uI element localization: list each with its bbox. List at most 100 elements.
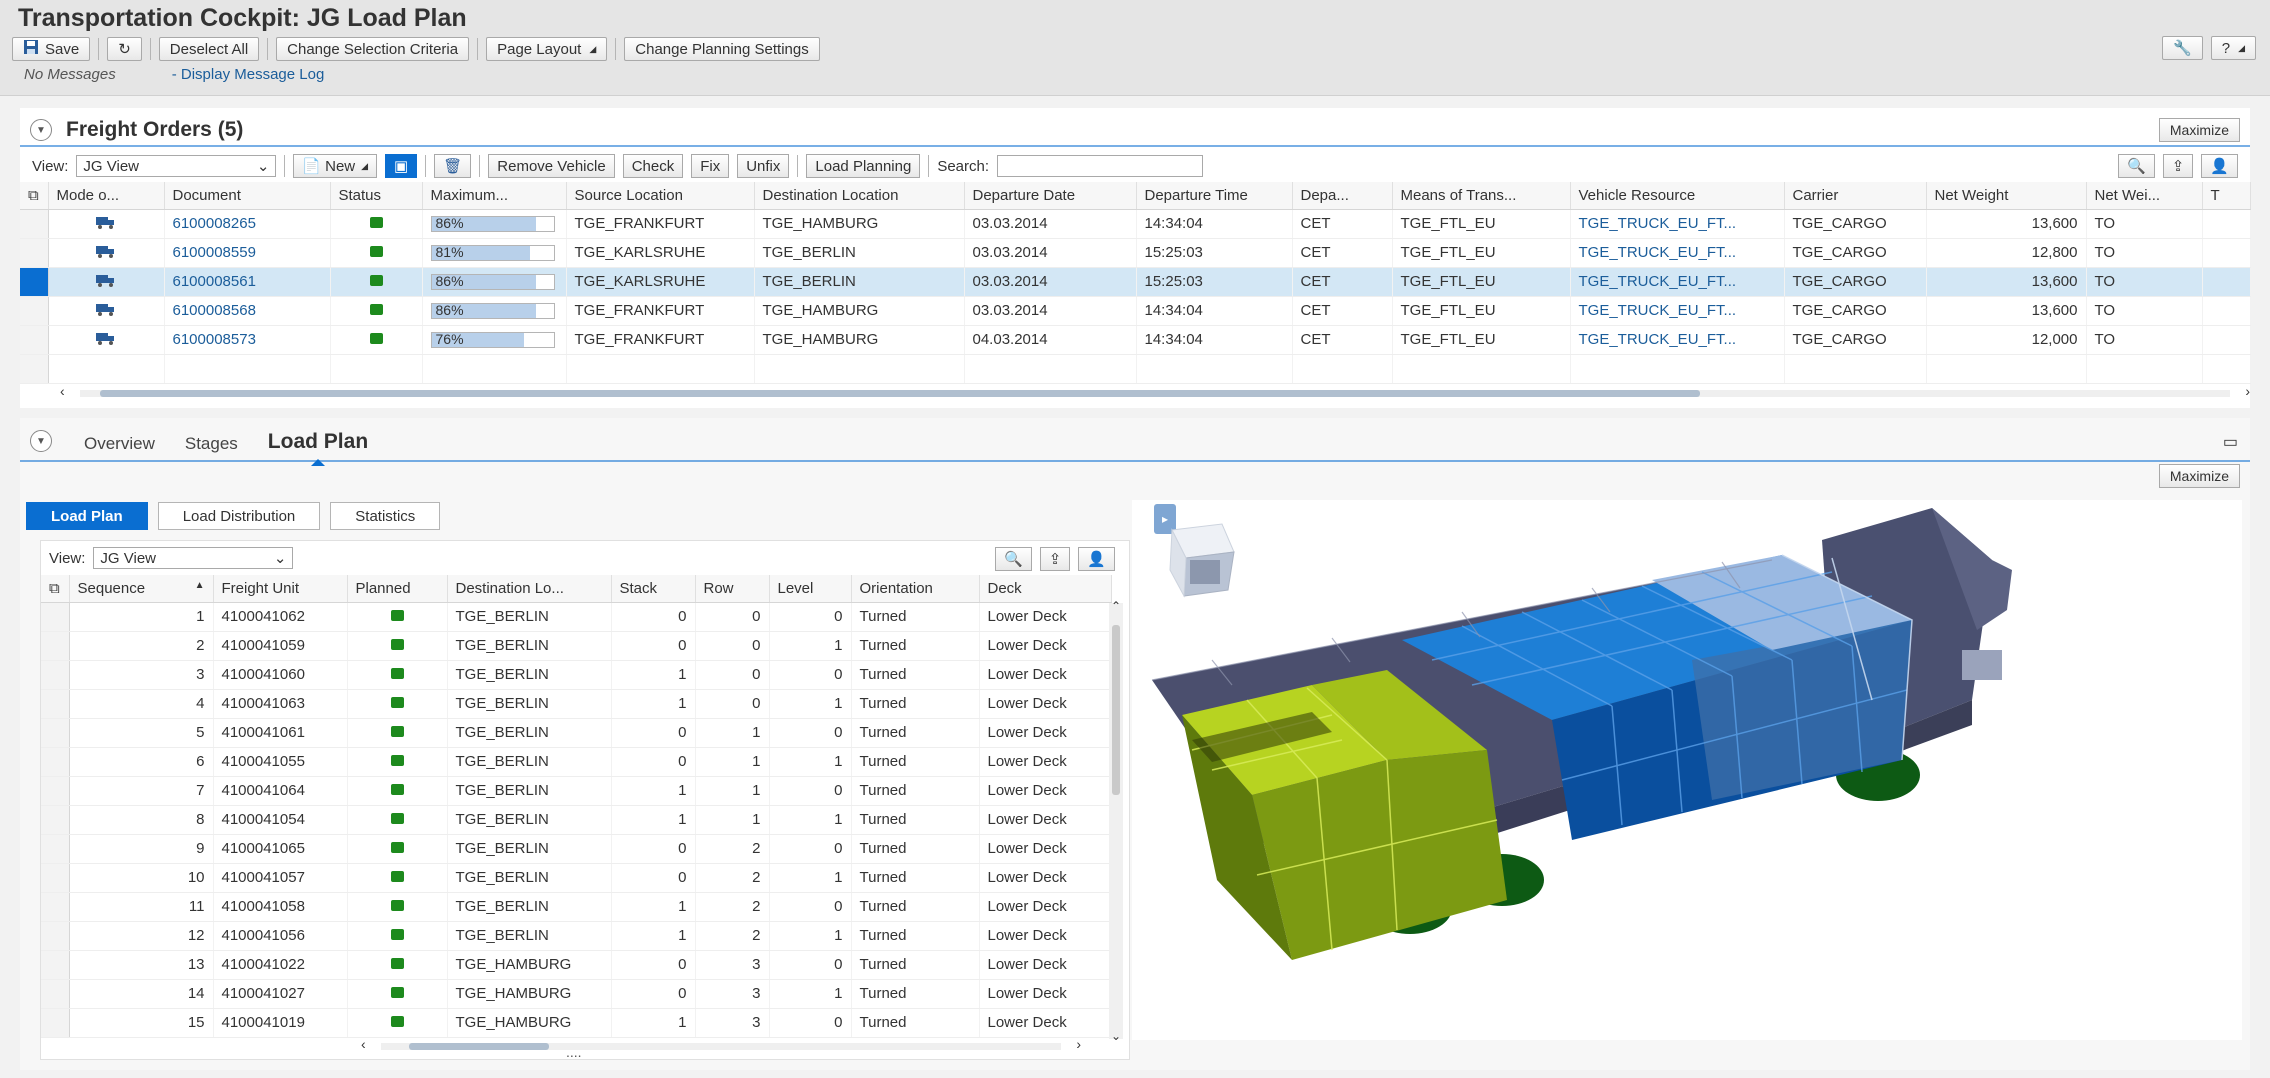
column-header[interactable]: Destination Location bbox=[754, 182, 965, 210]
row-selector[interactable] bbox=[20, 296, 49, 326]
refresh-button[interactable]: ↻ bbox=[107, 37, 142, 61]
row-selector[interactable] bbox=[41, 1008, 70, 1038]
collapse-toggle-icon[interactable]: ▼ bbox=[30, 119, 52, 141]
column-header[interactable]: Row bbox=[695, 575, 770, 603]
row-selector[interactable] bbox=[41, 805, 70, 835]
row-selector[interactable] bbox=[41, 979, 70, 1009]
fix-button[interactable]: Fix bbox=[691, 154, 730, 178]
table-row[interactable]: 6100008568 86% TGE_FRANKFURT TGE_HAMBURG… bbox=[20, 296, 2251, 326]
collapse-toggle-icon[interactable]: ▼ bbox=[30, 430, 52, 452]
subtab-statistics[interactable]: Statistics bbox=[330, 502, 441, 530]
scroll-left-icon[interactable]: ‹ bbox=[60, 383, 65, 399]
column-header[interactable]: Stack bbox=[611, 575, 696, 603]
column-header[interactable]: Net Weight bbox=[1926, 182, 2087, 210]
table-row[interactable]: 14 4100041027 TGE_HAMBURG 0 3 1 Turned L… bbox=[41, 979, 1112, 1009]
scroll-thumb[interactable] bbox=[1112, 625, 1120, 795]
table-row[interactable]: 10 4100041057 TGE_BERLIN 0 2 1 Turned Lo… bbox=[41, 863, 1112, 893]
column-header[interactable]: T bbox=[2202, 182, 2251, 210]
maximize-button[interactable]: Maximize bbox=[2158, 464, 2240, 488]
table-row[interactable]: 6 4100041055 TGE_BERLIN 0 1 1 Turned Low… bbox=[41, 747, 1112, 777]
load-plan-3d-view[interactable]: ▸ bbox=[1132, 500, 2242, 1040]
table-row[interactable]: 2 4100041059 TGE_BERLIN 0 0 1 Turned Low… bbox=[41, 631, 1112, 661]
column-header[interactable]: Level bbox=[769, 575, 852, 603]
column-header[interactable]: Depa... bbox=[1292, 182, 1393, 210]
table-row[interactable]: 9 4100041065 TGE_BERLIN 0 2 0 Turned Low… bbox=[41, 834, 1112, 864]
delete-button[interactable]: 🗑 bbox=[434, 154, 472, 178]
vehicle-resource-link[interactable]: TGE_TRUCK_EU_FT... bbox=[1570, 267, 1785, 297]
table-row[interactable]: 6100008561 86% TGE_KARLSRUHE TGE_BERLIN … bbox=[20, 267, 2251, 297]
row-selector[interactable] bbox=[41, 660, 70, 690]
row-selector[interactable] bbox=[20, 238, 49, 268]
view-select[interactable]: JG View ⌄ bbox=[93, 547, 294, 569]
settings-button[interactable]: 🔧 bbox=[2162, 36, 2203, 60]
remove-vehicle-button[interactable]: Remove Vehicle bbox=[488, 154, 615, 178]
find-button[interactable]: 🔍 bbox=[2118, 154, 2155, 178]
scroll-thumb[interactable] bbox=[100, 390, 1700, 397]
table-row[interactable]: 5 4100041061 TGE_BERLIN 0 1 0 Turned Low… bbox=[41, 718, 1112, 748]
row-selector[interactable] bbox=[41, 631, 70, 661]
table-row[interactable]: 4 4100041063 TGE_BERLIN 1 0 1 Turned Low… bbox=[41, 689, 1112, 719]
scroll-up-icon[interactable]: ⌃ bbox=[1111, 599, 1121, 613]
table-row[interactable]: 7 4100041064 TGE_BERLIN 1 1 0 Turned Low… bbox=[41, 776, 1112, 806]
table-row[interactable]: 1 4100041062 TGE_BERLIN 0 0 0 Turned Low… bbox=[41, 602, 1112, 632]
column-header[interactable]: Net Wei... bbox=[2086, 182, 2203, 210]
display-message-log-link[interactable]: - Display Message Log bbox=[172, 66, 325, 83]
personalize-button[interactable]: 👤 bbox=[1078, 547, 1115, 571]
column-header[interactable]: Orientation bbox=[851, 575, 980, 603]
row-selector[interactable] bbox=[41, 776, 70, 806]
scroll-right-icon[interactable]: › bbox=[2245, 383, 2250, 399]
check-button[interactable]: Check bbox=[622, 154, 684, 178]
column-header[interactable]: Departure Date bbox=[964, 182, 1137, 210]
table-row[interactable]: 8 4100041054 TGE_BERLIN 1 1 1 Turned Low… bbox=[41, 805, 1112, 835]
vertical-scrollbar[interactable]: ⌃ ⌄ bbox=[1109, 599, 1123, 1043]
deselect-all-button[interactable]: Deselect All bbox=[158, 37, 260, 61]
row-selector[interactable] bbox=[41, 689, 70, 719]
select-all-icon[interactable]: ⧉ bbox=[41, 575, 70, 603]
column-header[interactable]: Mode o... bbox=[48, 182, 165, 210]
vehicle-resource-link[interactable]: TGE_TRUCK_EU_FT... bbox=[1570, 238, 1785, 268]
subtab-load-distribution[interactable]: Load Distribution bbox=[157, 502, 321, 530]
row-selector[interactable] bbox=[20, 267, 49, 297]
export-button[interactable]: ⇪ bbox=[1039, 547, 1071, 571]
row-selector[interactable] bbox=[20, 325, 49, 355]
save-button[interactable]: Save bbox=[12, 37, 91, 61]
change-selection-criteria-button[interactable]: Change Selection Criteria bbox=[276, 37, 470, 61]
table-row[interactable]: 13 4100041022 TGE_HAMBURG 0 3 0 Turned L… bbox=[41, 950, 1112, 980]
document-link[interactable]: 6100008265 bbox=[164, 209, 331, 239]
table-row[interactable]: 6100008573 76% TGE_FRANKFURT TGE_HAMBURG… bbox=[20, 325, 2251, 355]
change-planning-settings-button[interactable]: Change Planning Settings bbox=[624, 37, 820, 61]
tab-overview[interactable]: Overview bbox=[84, 434, 155, 454]
select-all-icon[interactable]: ⧉ bbox=[20, 182, 49, 210]
table-row[interactable]: 12 4100041056 TGE_BERLIN 1 2 1 Turned Lo… bbox=[41, 921, 1112, 951]
vehicle-resource-link[interactable]: TGE_TRUCK_EU_FT... bbox=[1570, 296, 1785, 326]
horizontal-scrollbar[interactable]: ‹ › bbox=[361, 1036, 1121, 1053]
row-selector[interactable] bbox=[20, 209, 49, 239]
view-cube-icon[interactable] bbox=[1169, 523, 1235, 598]
column-header[interactable]: Sequence ▲ bbox=[69, 575, 214, 603]
page-layout-button[interactable]: Page Layout ◢ bbox=[486, 37, 608, 61]
document-link[interactable]: 6100008559 bbox=[164, 238, 331, 268]
column-header[interactable]: Document bbox=[164, 182, 331, 210]
table-row[interactable]: 15 4100041019 TGE_HAMBURG 1 3 0 Turned L… bbox=[41, 1008, 1112, 1038]
column-header[interactable]: Maximum... bbox=[422, 182, 567, 210]
column-header[interactable]: Planned bbox=[347, 575, 448, 603]
scroll-right-icon[interactable]: › bbox=[1076, 1036, 1081, 1052]
column-header[interactable]: Deck bbox=[979, 575, 1112, 603]
column-header[interactable]: Means of Trans... bbox=[1392, 182, 1571, 210]
new-button[interactable]: 📄 New ◢ bbox=[293, 154, 378, 178]
panel-resize-handle[interactable]: .... bbox=[566, 1044, 582, 1060]
scroll-left-icon[interactable]: ‹ bbox=[361, 1036, 366, 1052]
help-button[interactable]: ? ◢ bbox=[2210, 36, 2256, 60]
vehicle-resource-link[interactable]: TGE_TRUCK_EU_FT... bbox=[1570, 209, 1785, 239]
column-header[interactable]: Source Location bbox=[566, 182, 755, 210]
document-link[interactable]: 6100008573 bbox=[164, 325, 331, 355]
personalize-button[interactable]: 👤 bbox=[2201, 154, 2238, 178]
row-selector[interactable] bbox=[41, 834, 70, 864]
find-button[interactable]: 🔍 bbox=[995, 547, 1032, 571]
row-selector[interactable] bbox=[41, 718, 70, 748]
row-selector[interactable] bbox=[41, 602, 70, 632]
row-selector[interactable] bbox=[41, 747, 70, 777]
row-selector[interactable] bbox=[41, 921, 70, 951]
subtab-load-plan[interactable]: Load Plan bbox=[26, 502, 148, 530]
view-select[interactable]: JG View ⌄ bbox=[76, 155, 277, 177]
